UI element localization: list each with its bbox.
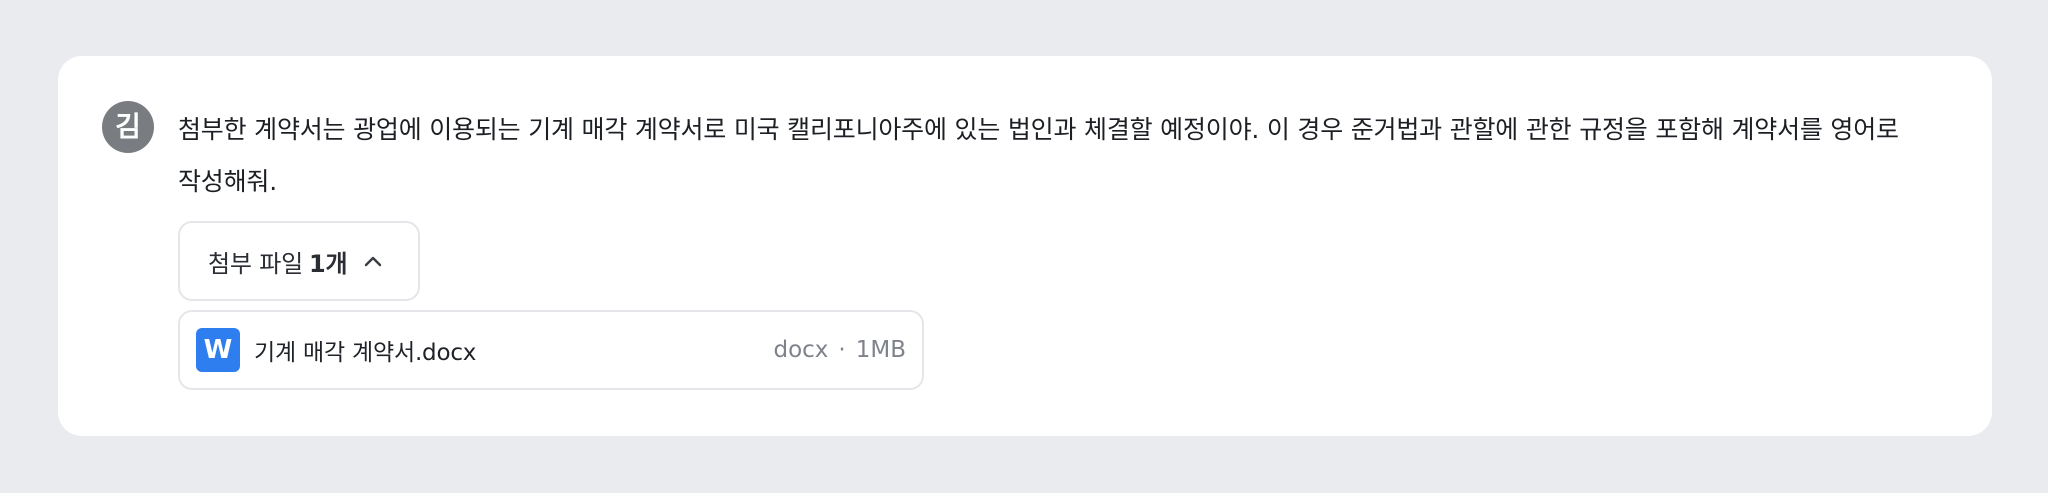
word-file-icon: W [196,328,240,372]
attachments-toggle-label: 첨부 파일 1개 [208,244,348,279]
attachment-file-item[interactable]: W 기계 매각 계약서.docx docx · 1MB [178,310,924,390]
attachments-count: 1개 [308,249,348,278]
attachment-file-meta: docx · 1MB [773,337,906,363]
attachment-file-type: docx [773,337,829,363]
message-card: 김 첨부한 계약서는 광업에 이용되는 기계 매각 계약서로 미국 캘리포니아주… [58,56,1992,436]
meta-separator: · [838,337,846,363]
chevron-up-icon [363,251,383,271]
attachments-toggle-button[interactable]: 첨부 파일 1개 [178,221,420,301]
attachment-file-name: 기계 매각 계약서.docx [254,340,477,366]
attachment-file-size: 1MB [855,337,906,363]
attachments-label-text: 첨부 파일 [208,249,303,278]
user-avatar: 김 [102,101,154,153]
message-text: 첨부한 계약서는 광업에 이용되는 기계 매각 계약서로 미국 캘리포니아주에 … [178,115,1899,196]
